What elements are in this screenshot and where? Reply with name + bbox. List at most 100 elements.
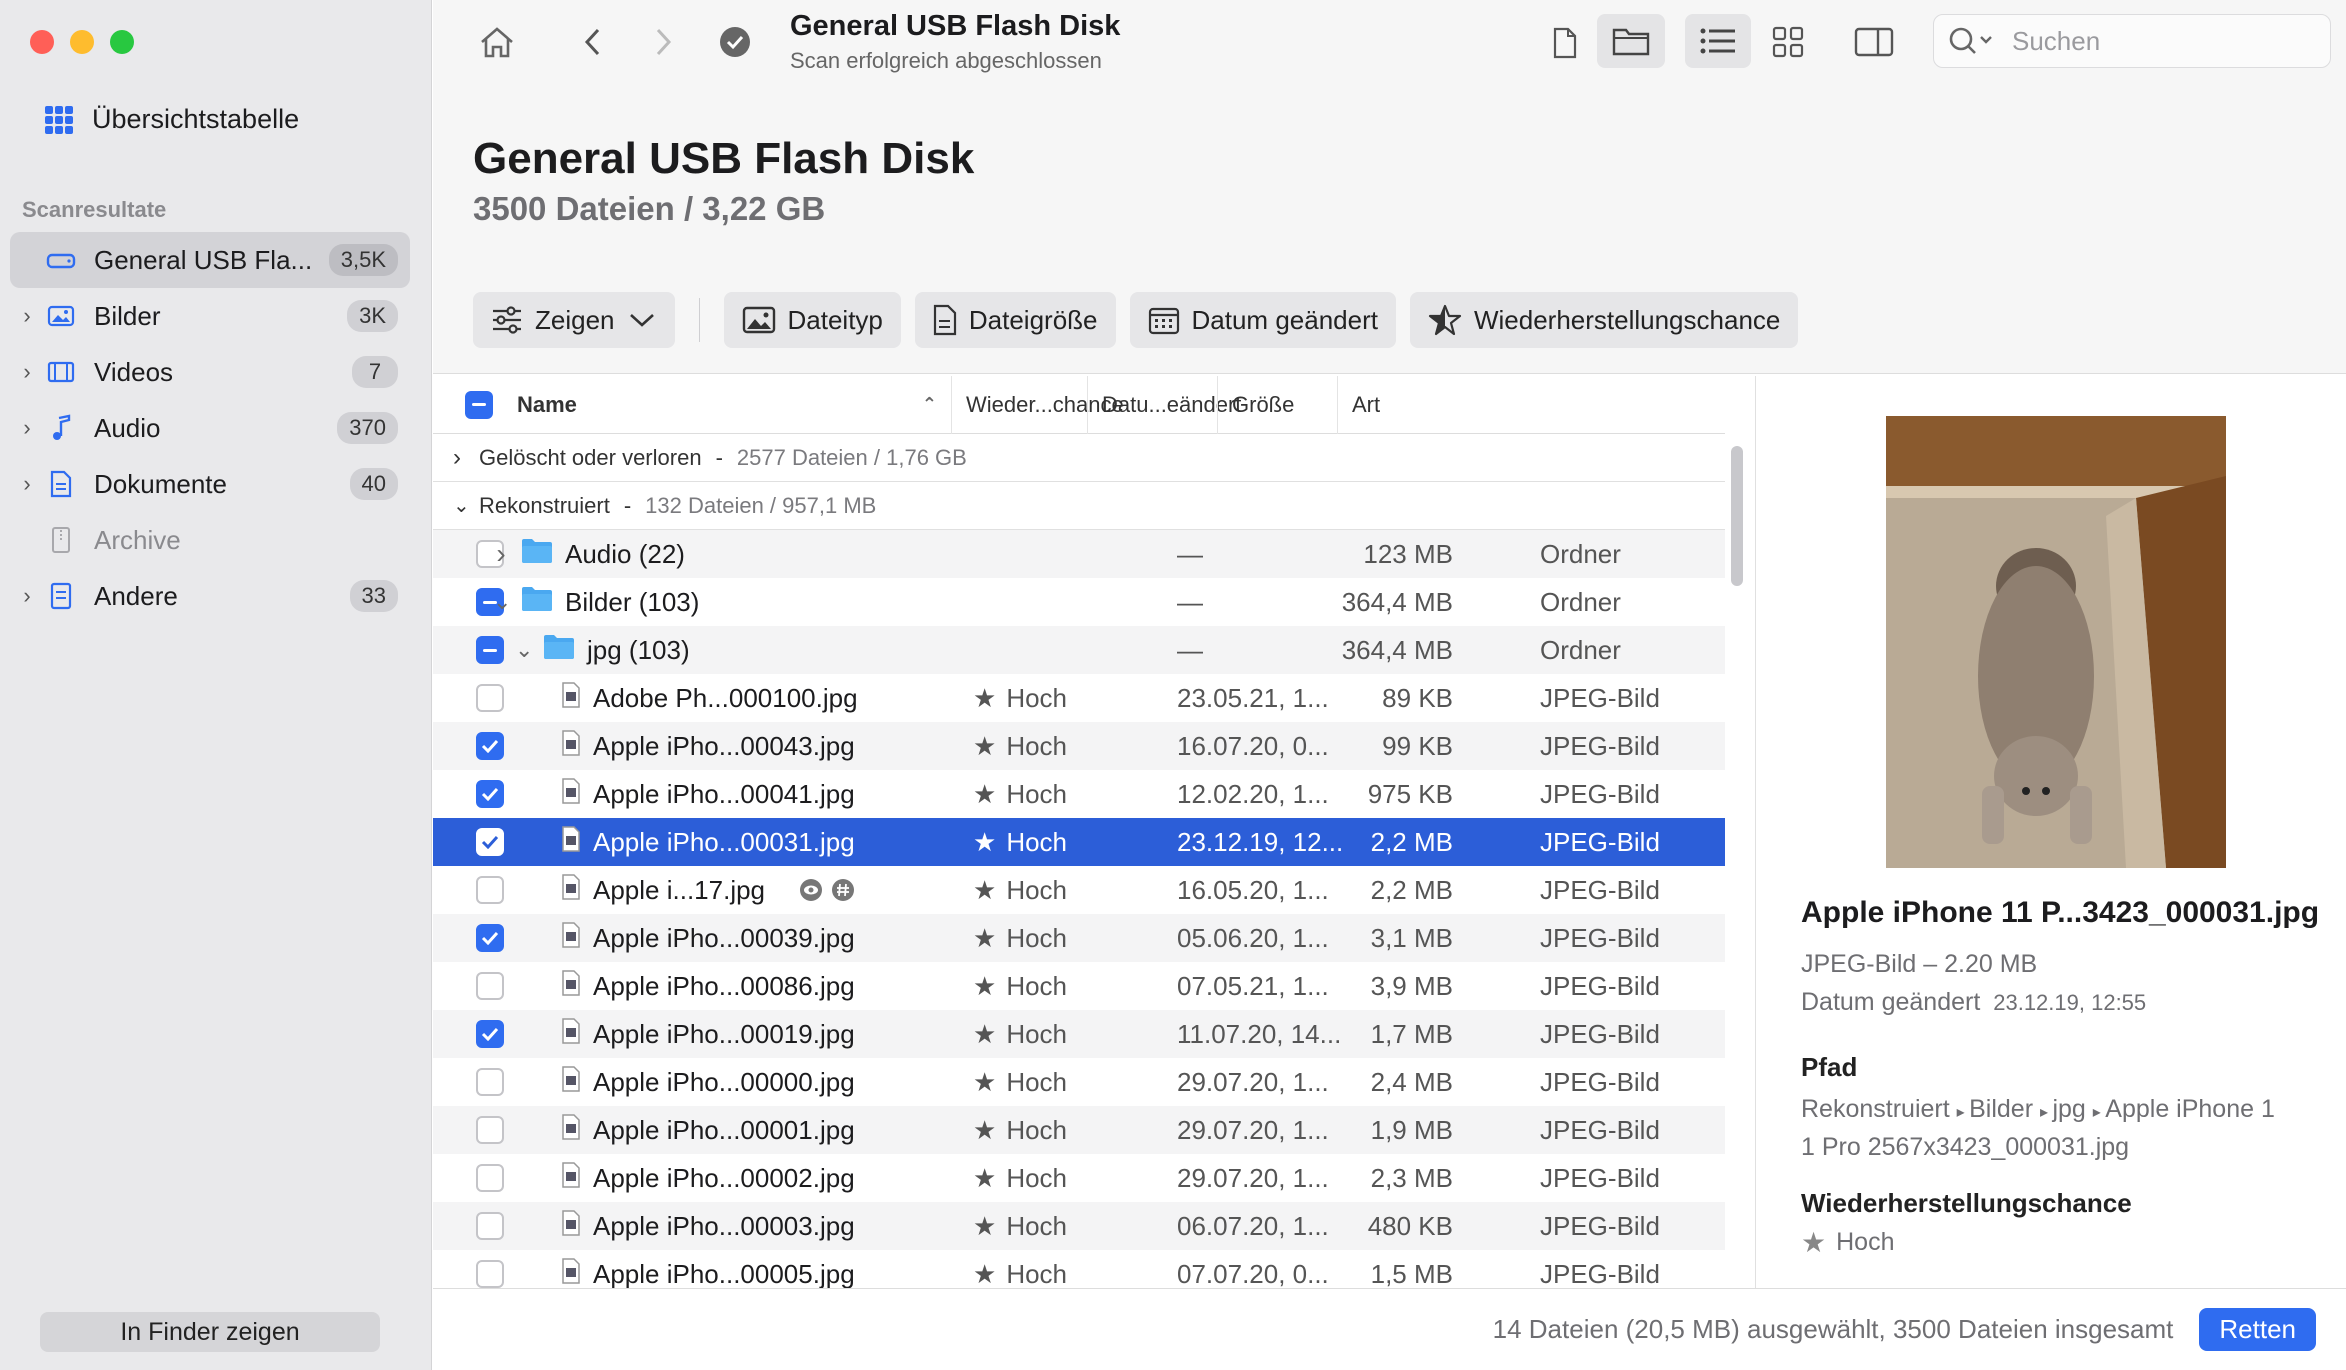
row-checkbox[interactable]: [476, 1212, 504, 1240]
recover-button[interactable]: Retten: [2199, 1308, 2316, 1351]
row-checkbox[interactable]: [476, 924, 504, 952]
row-checkbox[interactable]: [476, 780, 504, 808]
sidebar-item-overview[interactable]: Übersichtstabelle: [44, 104, 299, 135]
toolbar: General USB Flash Disk Scan erfolgreich …: [433, 0, 2346, 84]
date-cell: —: [1177, 634, 1203, 665]
row-checkbox[interactable]: [476, 732, 504, 760]
date-changed-filter-button[interactable]: Datum geändert: [1129, 292, 1396, 348]
chevron-right-icon[interactable]: ›: [10, 303, 44, 329]
chevron-right-icon[interactable]: ›: [453, 444, 465, 472]
vertical-scrollbar[interactable]: [1731, 446, 1743, 586]
table-row[interactable]: Apple iPho...00001.jpg ★ Hoch 29.07.20, 1..…: [433, 1106, 1725, 1154]
table-row[interactable]: Apple i...17.jpg ★ Hoch 16.05.20, 1... 2,2 M…: [433, 866, 1725, 914]
size-cell: 975 KB: [1367, 778, 1453, 809]
chevron-down-icon[interactable]: ⌄: [453, 493, 470, 518]
sidebar-item-audio[interactable]: › Audio 370: [10, 400, 410, 456]
date-cell: 29.07.20, 1...: [1177, 1114, 1329, 1145]
sidebar-item-label: Archive: [94, 524, 181, 555]
row-checkbox[interactable]: [476, 636, 504, 664]
chevron-right-icon[interactable]: ›: [10, 415, 44, 441]
table-row[interactable]: Apple iPho...00003.jpg ★ Hoch 06.07.20, 1..…: [433, 1202, 1725, 1250]
row-checkbox[interactable]: [476, 972, 504, 1000]
table-row[interactable]: Apple iPho...00043.jpg ★ Hoch 16.07.20, 0..…: [433, 722, 1725, 770]
sidebar-item-images[interactable]: › Bilder 3K: [10, 288, 410, 344]
preview-panel-icon[interactable]: [1849, 20, 1899, 64]
sidebar-item-documents[interactable]: › Dokumente 40: [10, 456, 410, 512]
row-checkbox[interactable]: [476, 1116, 504, 1144]
zoom-window-button[interactable]: [110, 30, 134, 54]
show-filter-button[interactable]: Zeigen: [473, 292, 675, 348]
chevron-right-icon[interactable]: ›: [493, 538, 509, 570]
row-checkbox[interactable]: [476, 828, 504, 856]
show-in-finder-button[interactable]: In Finder zeigen: [40, 1312, 380, 1352]
forward-icon[interactable]: [643, 20, 683, 64]
column-header-kind[interactable]: Art: [1337, 376, 1559, 434]
table-row[interactable]: › Audio (22) — 123 MB Ordner: [433, 530, 1725, 578]
row-checkbox[interactable]: [476, 876, 504, 904]
table-row[interactable]: Apple iPho...00002.jpg ★ Hoch 29.07.20, 1..…: [433, 1154, 1725, 1202]
preview-path: Rekonstruiert ▸ Bilder ▸ jpg ▸ Apple iPh…: [1801, 1092, 2321, 1164]
table-row[interactable]: Apple iPho...00086.jpg ★ Hoch 07.05.21, 1..…: [433, 962, 1725, 1010]
table-row[interactable]: Apple iPho...00039.jpg ★ Hoch 05.06.20, 1..…: [433, 914, 1725, 962]
chevron-right-icon[interactable]: ›: [10, 583, 44, 609]
sidebar-item-videos[interactable]: › Videos 7: [10, 344, 410, 400]
eye-icon[interactable]: [799, 878, 823, 902]
sidebar-item-other[interactable]: › Andere 33: [10, 568, 410, 624]
sidebar-item-label: Bilder: [94, 300, 161, 331]
chevron-right-icon[interactable]: ›: [10, 359, 44, 385]
file-view-icon[interactable]: [1543, 20, 1587, 66]
hash-icon[interactable]: [831, 878, 855, 902]
select-all-checkbox[interactable]: [465, 390, 493, 419]
chance-value: Hoch: [1006, 1258, 1068, 1289]
preview-date-value: 23.12.19, 12:55: [1993, 990, 2147, 1015]
group-row-reconstructed[interactable]: ⌄ Rekonstruiert - 132 Dateien / 957,1 MB: [433, 482, 1725, 530]
folder-view-icon[interactable]: [1597, 14, 1665, 68]
back-icon[interactable]: [573, 20, 613, 64]
chevron-right-icon[interactable]: ›: [10, 471, 44, 497]
row-checkbox[interactable]: [476, 1260, 504, 1288]
table-row[interactable]: Adobe Ph...000100.jpg ★ Hoch 23.05.21, 1...…: [433, 674, 1725, 722]
star-icon: ★: [973, 1018, 997, 1049]
row-checkbox[interactable]: [476, 1068, 504, 1096]
sidebar-item-drive[interactable]: General USB Fla... 3,5K: [10, 232, 410, 288]
table-row[interactable]: Apple iPho...00000.jpg ★ Hoch 29.07.20, 1..…: [433, 1058, 1725, 1106]
recovery-chance-filter-button[interactable]: Wiederherstellungschance: [1409, 292, 1799, 348]
minimize-window-button[interactable]: [70, 30, 94, 54]
file-name: Apple iPho...00043.jpg: [593, 730, 855, 761]
close-window-button[interactable]: [30, 30, 54, 54]
group-row-deleted[interactable]: › Gelöscht oder verloren - 2577 Dateien …: [433, 434, 1725, 482]
column-header-chance[interactable]: Wieder...chance: [951, 376, 1124, 434]
star-icon: ★: [973, 922, 997, 953]
date-cell: —: [1177, 538, 1203, 569]
chevron-down-icon[interactable]: ⌄: [493, 589, 511, 615]
table-row[interactable]: Apple iPho...00031.jpg ★ Hoch 23.12.19, 12.…: [433, 818, 1725, 866]
table-row[interactable]: ⌄ Bilder (103) — 364,4 MB Ordner: [433, 578, 1725, 626]
column-header-date[interactable]: Datu...eändert: [1087, 376, 1241, 434]
search-icon: [1949, 27, 1992, 54]
table-row[interactable]: ⌄ jpg (103) — 364,4 MB Ordner: [433, 626, 1725, 674]
chevron-down-icon[interactable]: ⌄: [515, 637, 533, 663]
file-type-filter-button[interactable]: Dateityp: [723, 292, 901, 348]
main-area: General USB Flash Disk Scan erfolgreich …: [433, 0, 2346, 1370]
row-checkbox[interactable]: [476, 1164, 504, 1192]
search-field[interactable]: Suchen: [1933, 14, 2331, 68]
size-cell: 364,4 MB: [1341, 586, 1453, 617]
sidebar-item-archives[interactable]: Archive: [10, 512, 410, 568]
column-header-name[interactable]: Name ⌃: [503, 376, 951, 434]
date-cell: —: [1177, 586, 1203, 617]
name-cell: Apple iPho...00001.jpg: [561, 1113, 855, 1147]
home-icon[interactable]: [475, 20, 519, 64]
table-row[interactable]: Apple iPho...00005.jpg ★ Hoch 07.07.20, 0..…: [433, 1250, 1725, 1288]
group-detail: 132 Dateien / 957,1 MB: [645, 492, 877, 518]
table-row[interactable]: Apple iPho...00019.jpg ★ Hoch 11.07.20, 14.…: [433, 1010, 1725, 1058]
row-checkbox[interactable]: [476, 1020, 504, 1048]
list-view-icon[interactable]: [1685, 14, 1751, 68]
jpeg-file-icon: [561, 825, 581, 859]
row-checkbox[interactable]: [476, 684, 504, 712]
table-body: › Audio (22) — 123 MB Ordner ⌄ Bilder (103) — 36…: [433, 530, 1725, 1288]
grid-view-icon[interactable]: [1763, 20, 1813, 64]
table-row[interactable]: Apple iPho...00041.jpg ★ Hoch 12.02.20, 1..…: [433, 770, 1725, 818]
file-size-filter-button[interactable]: Dateigröße: [914, 292, 1116, 348]
chance-value: Hoch: [1006, 1114, 1068, 1145]
column-header-size[interactable]: Größe: [1217, 376, 1337, 434]
